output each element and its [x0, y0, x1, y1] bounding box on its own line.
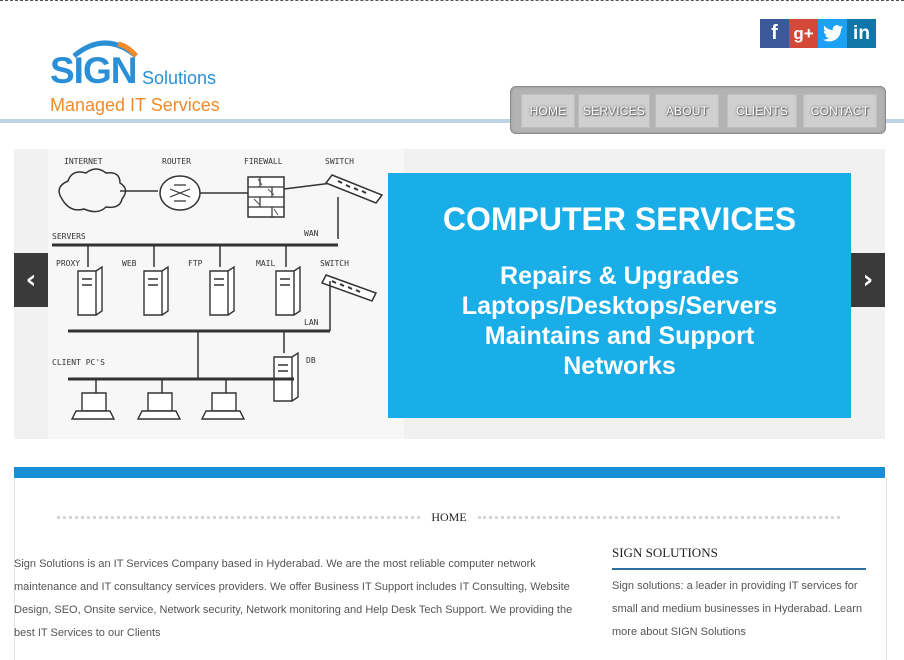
label-db: DB — [306, 356, 316, 365]
promo-banner: COMPUTER SERVICES Repairs & Upgrades Lap… — [388, 173, 851, 418]
section-rule-right — [478, 516, 840, 519]
slider-next-button[interactable]: › — [851, 253, 885, 307]
intro-text: Sign Solutions is an IT Services Company… — [14, 558, 573, 639]
google-plus-icon[interactable]: g+ — [789, 19, 818, 48]
sidebar-title: SIGN SOLUTIONS — [612, 545, 718, 560]
label-mail: MAIL — [256, 259, 275, 268]
sidebar-text: Sign solutions: a leader in providing IT… — [612, 580, 863, 638]
label-web: WEB — [122, 259, 137, 268]
router-icon — [159, 175, 201, 211]
label-switch-mid: SWITCH — [320, 259, 349, 268]
social-links: f g+ in — [760, 19, 876, 48]
label-wan: WAN — [304, 229, 319, 238]
cloud-icon — [58, 168, 127, 213]
server-icon — [77, 265, 301, 316]
chevron-right-icon: › — [862, 265, 874, 295]
hero-slider: INTERNET ROUTER FIREWALL SWITCH WAN SERV… — [14, 149, 885, 439]
label-internet: INTERNET — [64, 157, 103, 166]
chevron-left-icon: ‹ — [25, 265, 37, 295]
content-top-bar — [14, 467, 885, 478]
promo-line: Maintains and Support — [484, 322, 755, 350]
section-rule-left — [57, 516, 420, 519]
label-proxy: PROXY — [56, 259, 80, 268]
logo-tagline: Managed IT Services — [50, 95, 220, 115]
nav-home[interactable]: HOME — [521, 94, 575, 128]
site-logo[interactable]: SIGN Solutions Managed IT Services — [50, 36, 250, 118]
nav-clients[interactable]: CLIENTS — [727, 94, 797, 128]
promo-line: Networks — [563, 352, 676, 380]
nav-contact[interactable]: CONTACT — [803, 94, 877, 128]
label-router: ROUTER — [162, 157, 191, 166]
logo-name: SIGN — [50, 50, 137, 91]
linkedin-icon[interactable]: in — [847, 19, 876, 48]
label-ftp: FTP — [188, 259, 203, 268]
main-nav: HOME SERVICES ABOUT CLIENTS CONTACT — [510, 86, 886, 134]
laptop-icon — [70, 392, 246, 420]
facebook-icon[interactable]: f — [760, 19, 789, 48]
database-server-icon — [273, 351, 299, 402]
promo-line: Laptops/Desktops/Servers — [461, 292, 778, 320]
twitter-icon[interactable] — [818, 19, 847, 48]
label-client-pcs: CLIENT PC'S — [52, 358, 105, 367]
label-firewall: FIREWALL — [244, 157, 283, 166]
promo-title: COMPUTER SERVICES — [442, 201, 797, 237]
nav-about[interactable]: ABOUT — [655, 94, 719, 128]
slider-prev-button[interactable]: ‹ — [14, 253, 48, 307]
label-lan: LAN — [304, 318, 319, 327]
section-title: HOME — [431, 510, 467, 524]
logo-suffix: Solutions — [142, 68, 217, 88]
firewall-icon — [247, 176, 285, 218]
label-switch-top: SWITCH — [325, 157, 354, 166]
nav-services[interactable]: SERVICES — [578, 94, 650, 128]
sidebar-divider — [612, 568, 866, 570]
promo-lines: Repairs & Upgrades Laptops/Desktops/Serv… — [388, 261, 851, 381]
label-servers: SERVERS — [52, 232, 86, 241]
network-diagram: INTERNET ROUTER FIREWALL SWITCH WAN SERV… — [48, 149, 404, 439]
promo-line: Repairs & Upgrades — [500, 262, 739, 290]
top-border — [0, 0, 904, 1]
switch-top-icon — [324, 174, 384, 204]
